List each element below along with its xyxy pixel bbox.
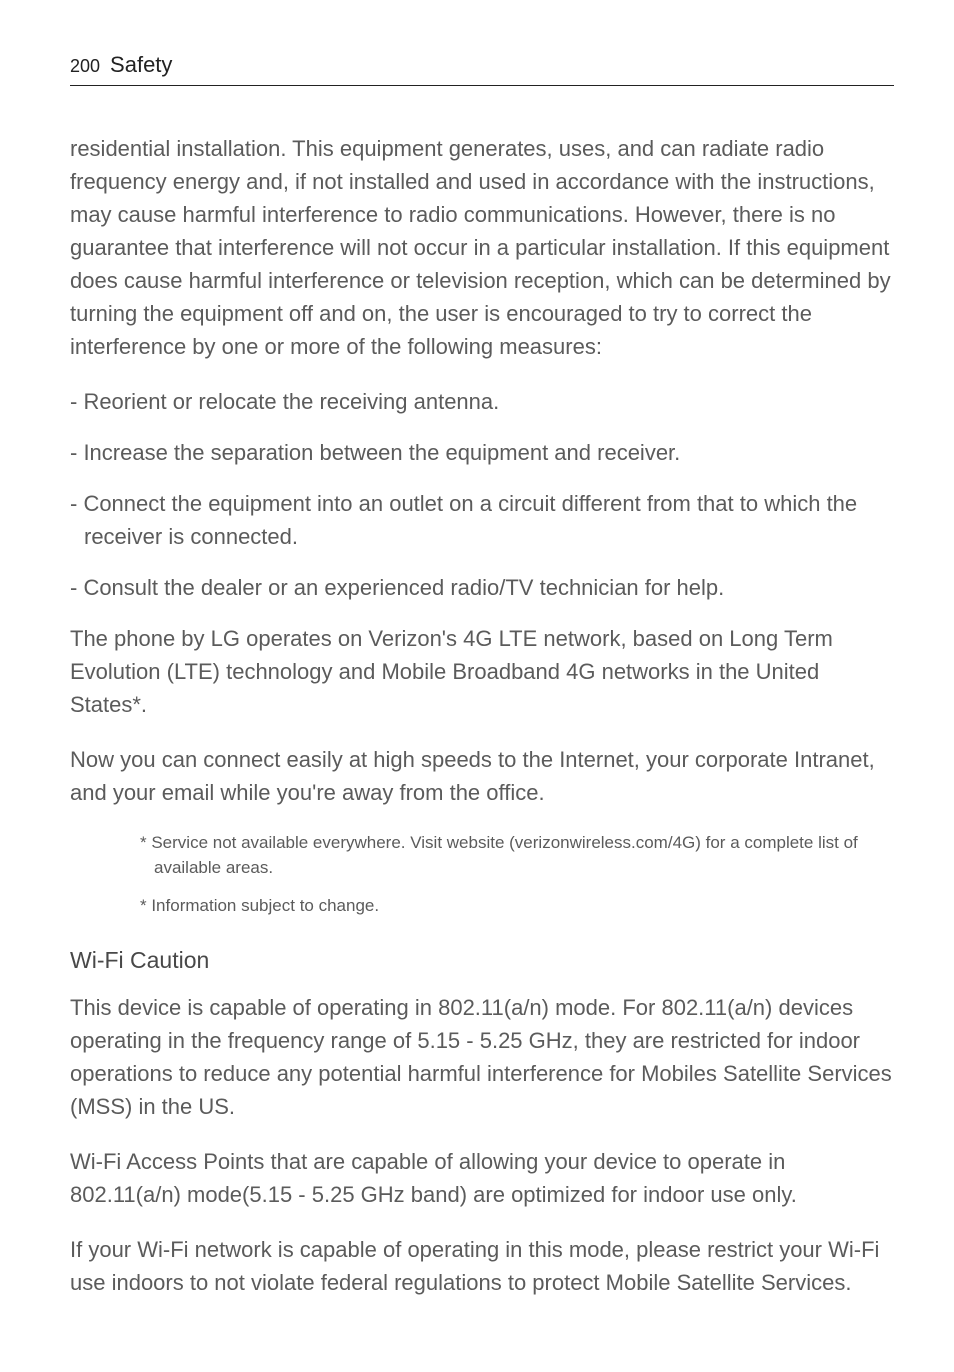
page-number: 200: [70, 53, 100, 80]
lte-paragraph: The phone by LG operates on Verizon's 4G…: [70, 622, 894, 721]
wifi-caution-heading: Wi-Fi Caution: [70, 943, 894, 978]
section-title: Safety: [110, 48, 172, 81]
measure-item: - Increase the separation between the eq…: [70, 436, 894, 469]
intro-paragraph: residential installation. This equipment…: [70, 132, 894, 363]
measure-item: - Reorient or relocate the receiving ant…: [70, 385, 894, 418]
wifi-paragraph-1: This device is capable of operating in 8…: [70, 991, 894, 1123]
footnote-item: * Service not available everywhere. Visi…: [140, 831, 894, 880]
wifi-paragraph-3: If your Wi-Fi network is capable of oper…: [70, 1233, 894, 1299]
page-header: 200 Safety: [70, 48, 894, 86]
connect-paragraph: Now you can connect easily at high speed…: [70, 743, 894, 809]
measure-item: - Connect the equipment into an outlet o…: [70, 487, 894, 553]
footnotes: * Service not available everywhere. Visi…: [140, 831, 894, 919]
footnote-item: * Information subject to change.: [140, 894, 894, 919]
measure-item: - Consult the dealer or an experienced r…: [70, 571, 894, 604]
wifi-paragraph-2: Wi-Fi Access Points that are capable of …: [70, 1145, 894, 1211]
